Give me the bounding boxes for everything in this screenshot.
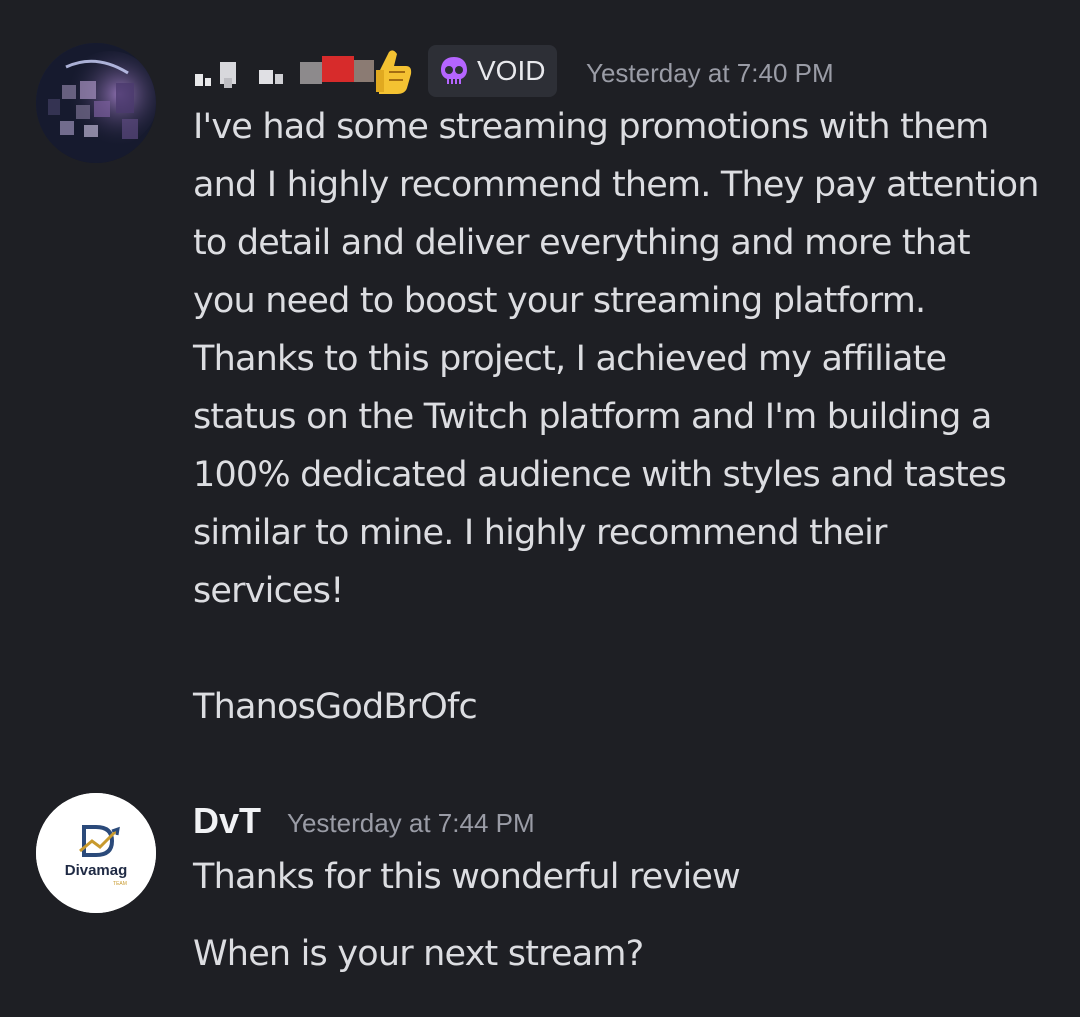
message-body: Thanks for this wonderful review bbox=[193, 857, 741, 897]
badge-label: VOID bbox=[477, 55, 546, 86]
username[interactable]: DvT bbox=[193, 800, 261, 842]
username-redacted[interactable] bbox=[193, 48, 415, 94]
user-avatar[interactable] bbox=[36, 43, 156, 163]
message-timestamp: Yesterday at 7:44 PM bbox=[287, 808, 535, 838]
user-avatar[interactable]: Divamag TEAM bbox=[36, 793, 156, 913]
logo-subtext: TEAM bbox=[113, 881, 127, 887]
divamag-logo-icon: Divamag TEAM bbox=[36, 793, 156, 913]
role-badge[interactable]: VOID bbox=[428, 45, 558, 97]
message-body-followup: When is your next stream? bbox=[193, 934, 644, 974]
chat-log: VOID Yesterday at 7:40 PM I've had some … bbox=[0, 0, 1080, 1017]
redacted-username-graphic bbox=[195, 50, 412, 94]
message-timestamp: Yesterday at 7:40 PM bbox=[586, 58, 834, 88]
message-signature: ThanosGodBrOfc bbox=[193, 687, 478, 727]
logo-text: Divamag bbox=[65, 862, 128, 879]
thumbs-up-emoji-icon bbox=[376, 50, 412, 94]
message-body: I've had some streaming promotions with … bbox=[193, 107, 1039, 611]
purple-skull-icon bbox=[441, 57, 467, 84]
blurred-avatar-icon bbox=[36, 43, 156, 163]
